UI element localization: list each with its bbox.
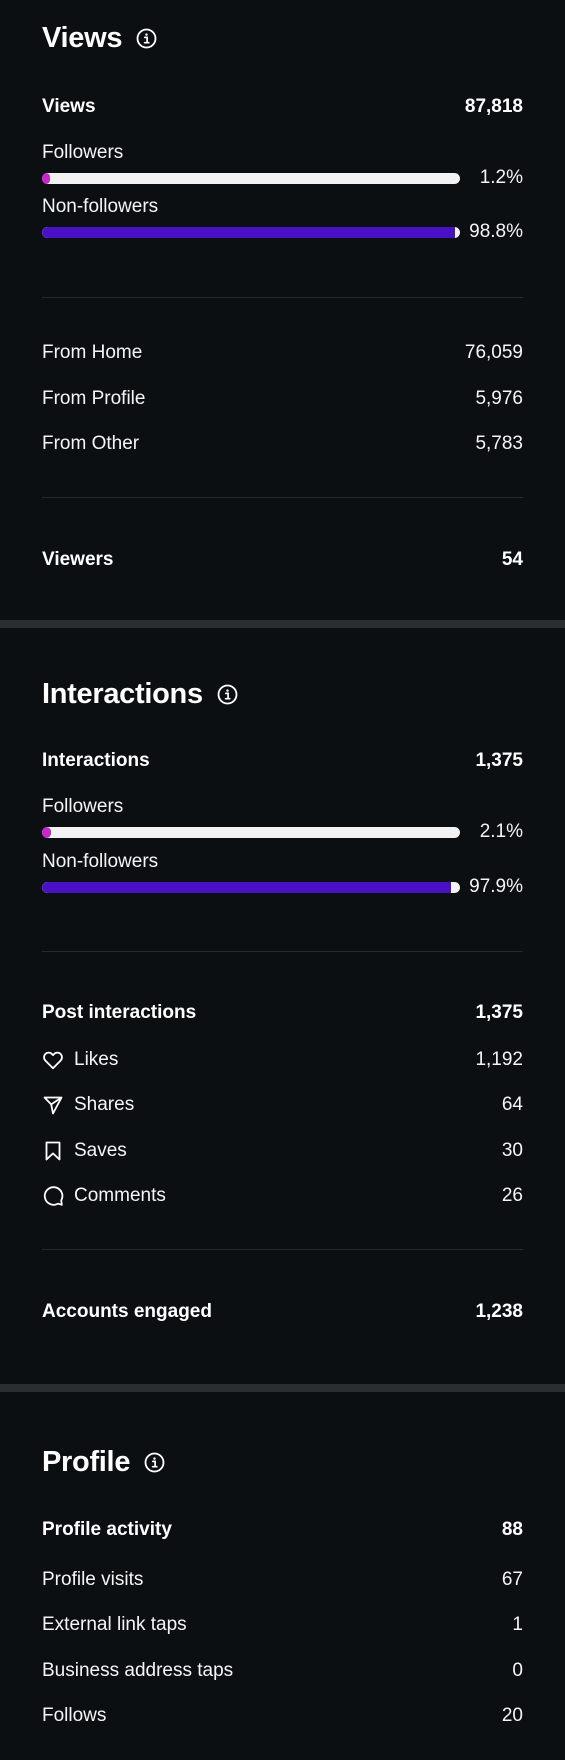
views-total-value: 87,818 — [464, 96, 523, 117]
section-separator — [0, 1384, 565, 1392]
views-followers-bar-row: 1.2% — [42, 167, 523, 189]
views-total-row: Views 87,818 — [42, 96, 523, 118]
post-interactions-label: Post interactions — [42, 1002, 197, 1023]
views-followers-label: Followers — [42, 142, 124, 163]
profile-activity-row: Profile activity 88 — [42, 1519, 523, 1541]
accounts-engaged-label: Accounts engaged — [42, 1301, 212, 1322]
profile-row-label: Profile visits — [42, 1569, 144, 1590]
saves-value: 30 — [501, 1140, 523, 1161]
views-non-followers-bar-row: 98.8% — [42, 221, 523, 243]
info-circle-icon[interactable] — [217, 684, 238, 705]
divider — [42, 497, 523, 498]
profile-header: Profile — [42, 1446, 165, 1479]
views-followers-pct: 1.2% — [479, 167, 523, 188]
interactions-non-followers-label: Non-followers — [42, 851, 159, 872]
interactions-followers-bar-row: 2.1% — [42, 821, 523, 843]
comments-value: 26 — [501, 1185, 523, 1206]
interactions-header: Interactions — [42, 678, 238, 711]
interactions-followers-pct: 2.1% — [479, 821, 523, 842]
profile-row-value: 0 — [512, 1660, 523, 1681]
profile-visits-row: Profile visits 67 — [42, 1569, 523, 1591]
views-header: Views — [42, 22, 157, 55]
comments-row: Comments 26 — [42, 1185, 523, 1207]
profile-section: Profile Profile activity 88 Profile visi… — [0, 1392, 565, 1760]
interactions-total-row: Interactions 1,375 — [42, 750, 523, 772]
profile-row-label: Follows — [42, 1705, 107, 1726]
profile-activity-value: 88 — [501, 1519, 523, 1540]
interactions-title: Interactions — [42, 678, 203, 710]
bookmark-icon — [42, 1140, 64, 1162]
viewers-value: 54 — [501, 549, 523, 570]
divider — [42, 297, 523, 298]
send-icon — [42, 1094, 64, 1116]
interactions-total-label: Interactions — [42, 750, 150, 771]
views-section: Views Views 87,818 Followers 1.2% Non-fo… — [0, 0, 565, 620]
profile-row-value: 20 — [501, 1705, 523, 1726]
viewers-label: Viewers — [42, 549, 114, 570]
views-source-row-other: From Other 5,783 — [42, 433, 523, 455]
likes-value: 1,192 — [475, 1049, 523, 1070]
source-label: From Home — [42, 342, 143, 363]
views-followers-bar-fill — [42, 172, 51, 184]
viewers-row: Viewers 54 — [42, 549, 523, 571]
profile-title: Profile — [42, 1446, 131, 1478]
interactions-non-followers-bar-row: 97.9% — [42, 876, 523, 898]
interactions-followers-bar-fill — [42, 826, 51, 838]
source-label: From Other — [42, 433, 140, 454]
source-value: 76,059 — [464, 342, 523, 363]
external-link-taps-row: External link taps 1 — [42, 1614, 523, 1636]
profile-row-value: 67 — [501, 1569, 523, 1590]
follows-row: Follows 20 — [42, 1705, 523, 1727]
shares-value: 64 — [501, 1094, 523, 1115]
views-non-followers-label: Non-followers — [42, 196, 159, 217]
views-non-followers-bar — [42, 226, 460, 238]
post-interactions-value: 1,375 — [475, 1002, 523, 1023]
saves-row: Saves 30 — [42, 1140, 523, 1162]
views-total-label: Views — [42, 96, 96, 117]
shares-row: Shares 64 — [42, 1094, 523, 1116]
business-address-taps-row: Business address taps 0 — [42, 1660, 523, 1682]
info-circle-icon[interactable] — [144, 1452, 165, 1473]
profile-row-label: Business address taps — [42, 1660, 234, 1681]
section-separator — [0, 620, 565, 628]
interactions-non-followers-pct: 97.9% — [469, 876, 523, 897]
heart-icon — [42, 1049, 64, 1071]
likes-label: Likes — [74, 1049, 119, 1070]
profile-row-value: 1 — [512, 1614, 523, 1635]
accounts-engaged-value: 1,238 — [475, 1301, 523, 1322]
insights-page: Views Views 87,818 Followers 1.2% Non-fo… — [0, 0, 565, 1760]
shares-label: Shares — [74, 1094, 135, 1115]
source-label: From Profile — [42, 388, 146, 409]
interactions-section: Interactions Interactions 1,375 Follower… — [0, 628, 565, 1384]
profile-activity-label: Profile activity — [42, 1519, 172, 1540]
views-non-followers-pct: 98.8% — [469, 221, 523, 242]
views-title: Views — [42, 22, 123, 54]
likes-row: Likes 1,192 — [42, 1049, 523, 1071]
views-source-row-home: From Home 76,059 — [42, 342, 523, 364]
accounts-engaged-row: Accounts engaged 1,238 — [42, 1301, 523, 1323]
info-circle-icon[interactable] — [136, 28, 157, 49]
interactions-followers-bar — [42, 826, 460, 838]
post-interactions-row: Post interactions 1,375 — [42, 1002, 523, 1024]
divider — [42, 951, 523, 952]
profile-row-label: External link taps — [42, 1614, 187, 1635]
interactions-non-followers-bar — [42, 881, 460, 893]
views-source-row-profile: From Profile 5,976 — [42, 388, 523, 410]
divider — [42, 1249, 523, 1250]
interactions-non-followers-bar-fill — [42, 881, 452, 893]
comments-label: Comments — [74, 1185, 166, 1206]
comment-icon — [42, 1185, 64, 1207]
source-value: 5,976 — [475, 388, 523, 409]
source-value: 5,783 — [475, 433, 523, 454]
saves-label: Saves — [74, 1140, 127, 1161]
views-followers-bar — [42, 172, 460, 184]
interactions-followers-label: Followers — [42, 796, 124, 817]
views-non-followers-bar-fill — [42, 226, 455, 238]
interactions-total-value: 1,375 — [475, 750, 523, 771]
